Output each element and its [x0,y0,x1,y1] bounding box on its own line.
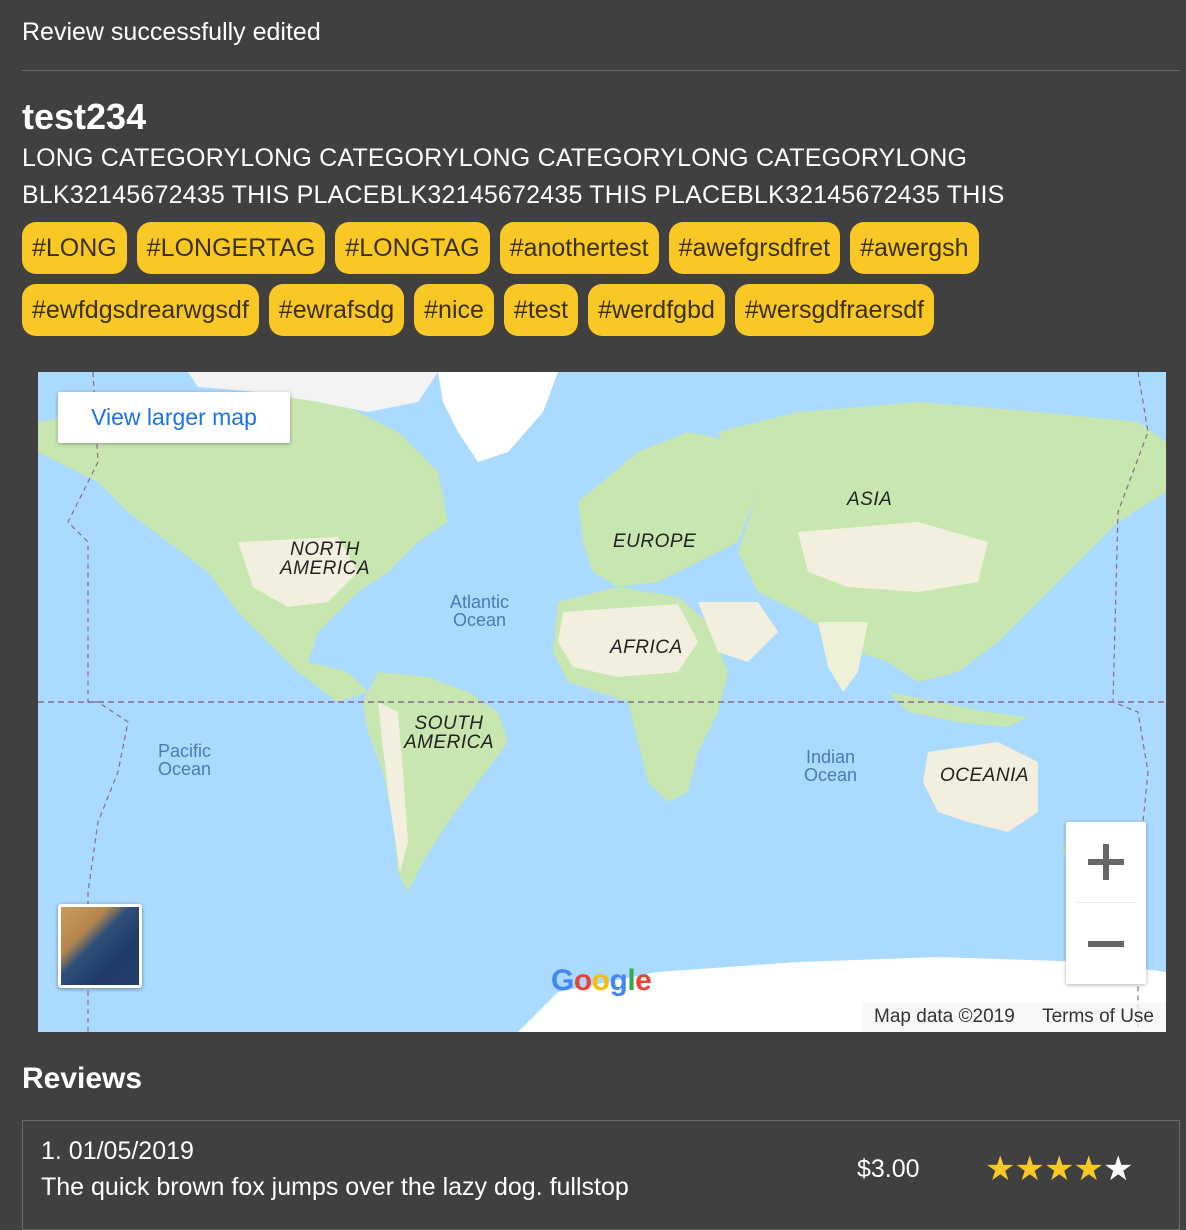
tag-chip[interactable]: #anothertest [499,222,659,274]
review-item: 1. 01/05/2019 The quick brown fox jumps … [22,1120,1180,1230]
zoom-out-button[interactable] [1066,904,1146,984]
australia-shape [923,742,1038,832]
label-africa: AFRICA [610,637,683,658]
star-icon: ★ [1073,1150,1104,1188]
review-date: 1. 01/05/2019 [41,1137,194,1165]
star-icon: ★ [985,1150,1016,1188]
tag-chip[interactable]: #ewrafsdg [268,284,405,336]
tag-chip[interactable]: #LONG [22,222,127,274]
label-asia: ASIA [847,489,893,510]
label-europe: EUROPE [613,531,697,552]
map-embed[interactable]: NORTH AMERICA SOUTH AMERICA EUROPE AFRIC… [38,372,1166,1032]
review-price: $3.00 [857,1155,920,1183]
place-title: test234 [22,96,147,137]
terms-of-use-link[interactable]: Terms of Use [1042,1006,1154,1027]
greenland-shape [438,372,558,462]
tag-chip[interactable]: #LONGERTAG [136,222,326,274]
label-atlantic-ocean: Atlantic Ocean [450,592,510,630]
status-message: Review successfully edited [22,18,321,46]
star-icon: ★ [1014,1150,1045,1188]
label-south-america: SOUTH AMERICA [404,713,495,753]
zoom-separator [1076,902,1136,903]
world-map-graphic [38,372,1166,1032]
tag-chip[interactable]: #wersgdfraersdf [734,284,935,336]
map-data-label: Map data ©2019 [874,1006,1015,1027]
reviews-heading: Reviews [22,1062,143,1095]
zoom-control [1066,822,1146,984]
label-indian-ocean: Indian Ocean [804,747,858,785]
tag-chip[interactable]: #awefgrsdfret [668,222,841,274]
tag-list: #LONG #LONGERTAG #LONGTAG #anothertest #… [22,222,1032,336]
tag-chip[interactable]: #test [503,284,579,336]
india-shape [818,622,868,692]
map-attribution: Map data ©2019 Terms of Use [862,1002,1166,1032]
indonesia-shape [888,692,1028,727]
tag-chip[interactable]: #LONGTAG [335,222,490,274]
europe-shape [578,432,758,587]
star-icon: ★ [1102,1150,1134,1188]
label-north-america: NORTH AMERICA [280,539,371,579]
google-logo: Google [551,964,652,997]
place-address: BLK32145672435 THIS PLACEBLK32145672435 … [22,181,1005,209]
tag-chip[interactable]: #nice [414,284,494,336]
star-rating: ★★★★★ [985,1149,1134,1189]
south-america-shape [363,672,508,892]
label-pacific-ocean: Pacific Ocean [158,741,212,779]
label-oceania: OCEANIA [940,765,1030,786]
zoom-in-button[interactable] [1066,822,1146,902]
satellite-toggle-button[interactable] [58,904,142,988]
star-icon: ★ [1043,1150,1075,1188]
view-larger-map-link[interactable]: View larger map [58,392,290,443]
tag-chip[interactable]: #werdfgbd [588,284,725,336]
review-text: The quick brown fox jumps over the lazy … [41,1173,629,1201]
place-category: LONG CATEGORYLONG CATEGORYLONG CATEGORYL… [22,144,968,172]
divider [22,70,1180,71]
tag-chip[interactable]: #awergsh [850,222,979,274]
tag-chip[interactable]: #ewfdgsdrearwgsdf [22,284,259,336]
